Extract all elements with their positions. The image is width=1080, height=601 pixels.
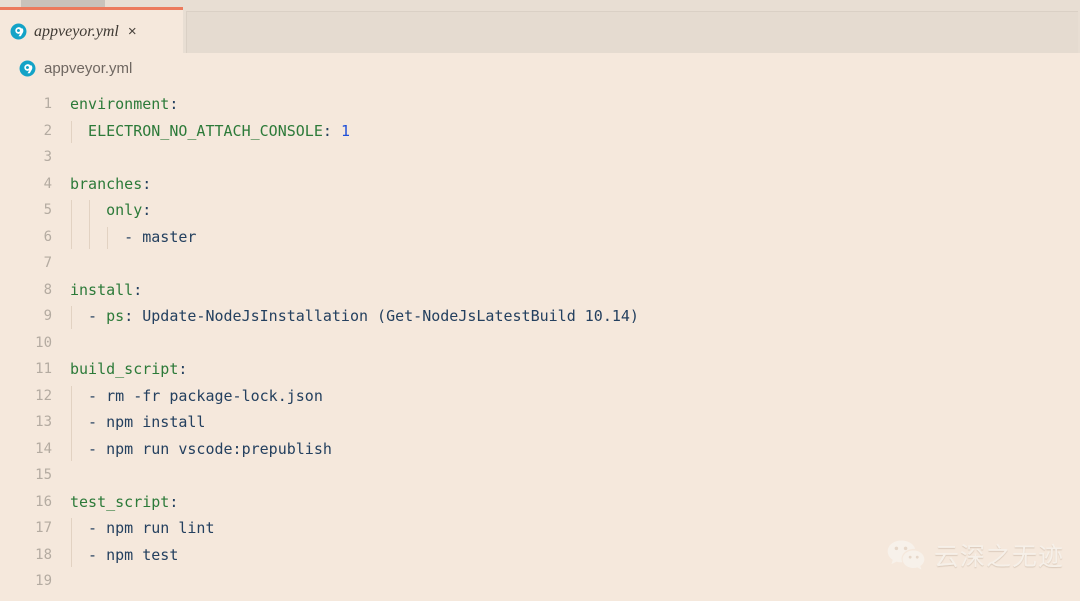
- code-editor[interactable]: 1 environment: 2 ELECTRON_NO_ATTACH_CONSOL…: [0, 83, 1080, 601]
- tab-bar: appveyor.yml ×: [0, 7, 1080, 53]
- code-line: 9 - ps: Update-NodeJsInstallation (Get-N…: [0, 303, 1080, 330]
- code-line: 10: [0, 330, 1080, 357]
- line-number: 6: [43, 228, 52, 245]
- breadcrumb: appveyor.yml: [0, 53, 1080, 83]
- line-number: 9: [43, 308, 52, 324]
- tab-label: appveyor.yml: [34, 22, 119, 40]
- line-number: 1: [43, 96, 52, 112]
- code-line: 17 - npm run lint: [0, 515, 1080, 542]
- code-line: 2 ELECTRON_NO_ATTACH_CONSOLE: 1: [0, 118, 1080, 145]
- code-line-content: - ps: Update-NodeJsInstallation (Get-Nod…: [70, 307, 639, 325]
- code-line-content: only:: [70, 201, 152, 219]
- code-line: 5 only:: [0, 197, 1080, 224]
- code-line-content: build_script:: [70, 360, 188, 378]
- tab-appveyor-yml[interactable]: appveyor.yml ×: [0, 7, 183, 53]
- line-number: 19: [35, 573, 52, 589]
- code-line-content: - npm run vscode:prepublish: [70, 439, 332, 458]
- line-number: 3: [43, 149, 52, 165]
- line-number: 12: [35, 387, 52, 404]
- code-line-content: - npm test: [70, 545, 179, 564]
- code-line: 12 - rm -fr package-lock.json: [0, 383, 1080, 410]
- code-line-content: branches:: [70, 174, 152, 193]
- code-line: 1 environment:: [0, 91, 1080, 118]
- appveyor-file-icon: [10, 23, 27, 40]
- code-line-content: environment:: [70, 95, 179, 113]
- code-line: 19: [0, 568, 1080, 595]
- code-line: 16 test_script:: [0, 489, 1080, 516]
- code-line-content: install:: [70, 280, 143, 299]
- line-number: 7: [43, 255, 52, 271]
- line-number: 11: [35, 361, 52, 377]
- line-number: 15: [35, 467, 52, 483]
- code-line: 3: [0, 144, 1080, 171]
- line-number: 18: [35, 546, 52, 563]
- code-line-content: - npm run lint: [70, 519, 215, 537]
- line-number: 4: [43, 175, 52, 192]
- code-line: 18 - npm test: [0, 542, 1080, 569]
- appveyor-file-icon: [19, 60, 36, 77]
- code-line: 15: [0, 462, 1080, 489]
- close-icon[interactable]: ×: [128, 24, 137, 39]
- tab-bar-empty-area: [186, 11, 1078, 53]
- line-number: 5: [43, 202, 52, 218]
- window-top-strip-segment: [21, 0, 105, 7]
- window-top-strip: [0, 0, 1080, 7]
- line-number: 10: [35, 334, 52, 351]
- code-line: 7: [0, 250, 1080, 277]
- code-line: 8 install:: [0, 277, 1080, 304]
- code-line: 11 build_script:: [0, 356, 1080, 383]
- breadcrumb-label[interactable]: appveyor.yml: [44, 60, 132, 77]
- editor-window: appveyor.yml × appveyor.yml 1 environment…: [0, 0, 1080, 601]
- line-number: 8: [43, 281, 52, 298]
- line-number: 16: [35, 493, 52, 510]
- code-line: 14 - npm run vscode:prepublish: [0, 436, 1080, 463]
- code-line-content: - rm -fr package-lock.json: [70, 386, 323, 405]
- code-line-content: test_script:: [70, 492, 179, 511]
- line-number: 17: [35, 520, 52, 536]
- line-number: 14: [35, 440, 52, 457]
- code-line: 6 - master: [0, 224, 1080, 251]
- line-number: 13: [35, 414, 52, 430]
- code-line: 13 - npm install: [0, 409, 1080, 436]
- line-number: 2: [43, 122, 52, 139]
- code-line-content: ELECTRON_NO_ATTACH_CONSOLE: 1: [70, 121, 350, 140]
- code-line-content: - master: [70, 227, 197, 246]
- code-line-content: - npm install: [70, 413, 206, 431]
- code-line: 4 branches:: [0, 171, 1080, 198]
